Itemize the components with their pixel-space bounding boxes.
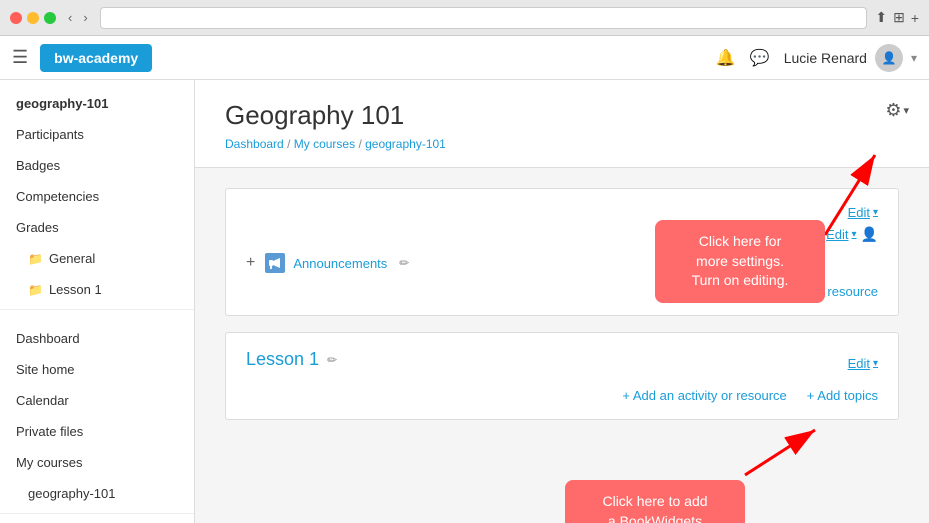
megaphone-icon (268, 256, 282, 270)
browser-actions: ⬆ ⊞ + (875, 9, 919, 26)
sidebar-item-lesson1[interactable]: 📁 Lesson 1 (0, 274, 194, 305)
breadcrumb-mycourses[interactable]: My courses (294, 137, 355, 151)
traffic-light-red (10, 12, 22, 24)
content-header: Geography 101 Dashboard / My courses / g… (195, 80, 929, 168)
sidebar-item-mycourses[interactable]: My courses (0, 447, 194, 478)
edit-row-1: Edit ▾ (848, 205, 878, 220)
browser-chrome: ‹ › ⬆ ⊞ + (0, 0, 929, 36)
add-resource-link-lesson1[interactable]: + Add an activity or resource (622, 388, 786, 403)
content-area: Geography 101 Dashboard / My courses / g… (195, 80, 929, 523)
section-lesson1: Lesson 1 ✏ Edit ▾ + Add an activity or r… (225, 332, 899, 420)
edit-caret-general: ▾ (873, 207, 878, 218)
user-menu[interactable]: Lucie Renard 👤 ▾ (784, 44, 917, 72)
course-content: Edit ▾ Edit ▾ 👤 (195, 168, 929, 456)
folder-icon-general: 📁 (28, 252, 43, 266)
edit-user-row: Edit ▾ 👤 (826, 226, 878, 243)
hamburger-menu[interactable]: ☰ (12, 47, 28, 68)
sidebar-divider-2 (0, 513, 194, 523)
breadcrumb-dashboard[interactable]: Dashboard (225, 137, 284, 151)
topnav-right: 🔔 💬 Lucie Renard 👤 ▾ (716, 44, 917, 72)
sidebar-item-geography101-title[interactable]: geography-101 (0, 88, 194, 119)
sidebar-item-calendar[interactable]: Calendar (0, 385, 194, 416)
gear-settings-button[interactable]: ⚙ ▾ (885, 100, 909, 121)
announcements-link[interactable]: Announcements (293, 256, 387, 271)
gear-dropdown-arrow: ▾ (903, 104, 909, 117)
sidebar-item-grades[interactable]: Grades (0, 212, 194, 243)
sidebar-item-sitehome[interactable]: Site home (0, 354, 194, 385)
forward-button[interactable]: › (79, 8, 91, 27)
user-icon: 👤 (861, 226, 878, 243)
breadcrumb-sep1: / (287, 137, 294, 151)
section-general-top: Edit ▾ Edit ▾ 👤 (246, 205, 878, 243)
lesson1-title: Lesson 1 (246, 349, 319, 370)
sidebar-item-privatefiles[interactable]: Private files (0, 416, 194, 447)
notifications-icon[interactable]: 🔔 (716, 48, 736, 68)
new-tab-button[interactable]: ⊞ (893, 9, 905, 26)
traffic-lights (10, 12, 56, 24)
avatar: 👤 (875, 44, 903, 72)
lesson1-pencil-icon[interactable]: ✏ (327, 353, 337, 367)
edit-user-caret: ▾ (852, 229, 857, 240)
edit-button-lesson1[interactable]: Edit ▾ (848, 356, 878, 371)
sidebar-divider (0, 309, 194, 319)
sidebar-item-badges[interactable]: Badges (0, 150, 194, 181)
announcements-row: + Announcements ✏ (246, 253, 878, 273)
gear-icon: ⚙ (885, 100, 901, 121)
sidebar-item-competencies[interactable]: Competencies (0, 181, 194, 212)
edit-user-button[interactable]: Edit ▾ (826, 227, 856, 242)
section-general: Edit ▾ Edit ▾ 👤 (225, 188, 899, 316)
tooltip-bookwidgets-text: Click here to adda BookWidgetsexercise. (602, 493, 707, 523)
nav-buttons: ‹ › (64, 8, 92, 27)
user-dropdown-arrow: ▾ (911, 51, 917, 65)
sidebar-item-geography101-link[interactable]: geography-101 (0, 478, 194, 509)
user-name: Lucie Renard (784, 50, 867, 66)
breadcrumb: Dashboard / My courses / geography-101 (225, 137, 899, 151)
share-button[interactable]: ⬆ (875, 9, 887, 26)
section-general-actions: Edit ▾ Edit ▾ 👤 (826, 205, 878, 243)
address-bar[interactable] (100, 7, 868, 29)
sidebar-item-dashboard[interactable]: Dashboard (0, 323, 194, 354)
announcements-icon (265, 253, 285, 273)
brand-logo[interactable]: bw-academy (40, 44, 152, 72)
section-lesson1-top: Lesson 1 ✏ Edit ▾ (246, 349, 878, 378)
lesson1-title-row: Lesson 1 ✏ (246, 349, 337, 370)
pencil-icon[interactable]: ✏ (399, 256, 409, 270)
sidebar: geography-101 Participants Badges Compet… (0, 80, 195, 523)
sidebar-item-participants[interactable]: Participants (0, 119, 194, 150)
page-title: Geography 101 (225, 100, 899, 131)
edit-button-general[interactable]: Edit ▾ (848, 205, 878, 220)
edit-caret-lesson1: ▾ (873, 358, 878, 369)
back-button[interactable]: ‹ (64, 8, 76, 27)
add-topics-link[interactable]: + Add topics (807, 388, 878, 403)
main-area: geography-101 Participants Badges Compet… (0, 80, 929, 523)
breadcrumb-geography101[interactable]: geography-101 (365, 137, 446, 151)
add-tab-button[interactable]: + (911, 9, 919, 26)
folder-icon-lesson1: 📁 (28, 283, 43, 297)
app: ☰ bw-academy 🔔 💬 Lucie Renard 👤 ▾ geogra… (0, 36, 929, 523)
traffic-light-green (44, 12, 56, 24)
add-resource-link-general[interactable]: + Add an activity or resource (714, 284, 878, 299)
top-navigation: ☰ bw-academy 🔔 💬 Lucie Renard 👤 ▾ (0, 36, 929, 80)
lesson1-bottom-actions: + Add an activity or resource + Add topi… (246, 388, 878, 403)
traffic-light-yellow (27, 12, 39, 24)
messages-icon[interactable]: 💬 (750, 48, 770, 68)
tooltip-bookwidgets: Click here to adda BookWidgetsexercise. (565, 480, 745, 523)
sidebar-item-general[interactable]: 📁 General (0, 243, 194, 274)
plus-button-general[interactable]: + (246, 254, 255, 272)
